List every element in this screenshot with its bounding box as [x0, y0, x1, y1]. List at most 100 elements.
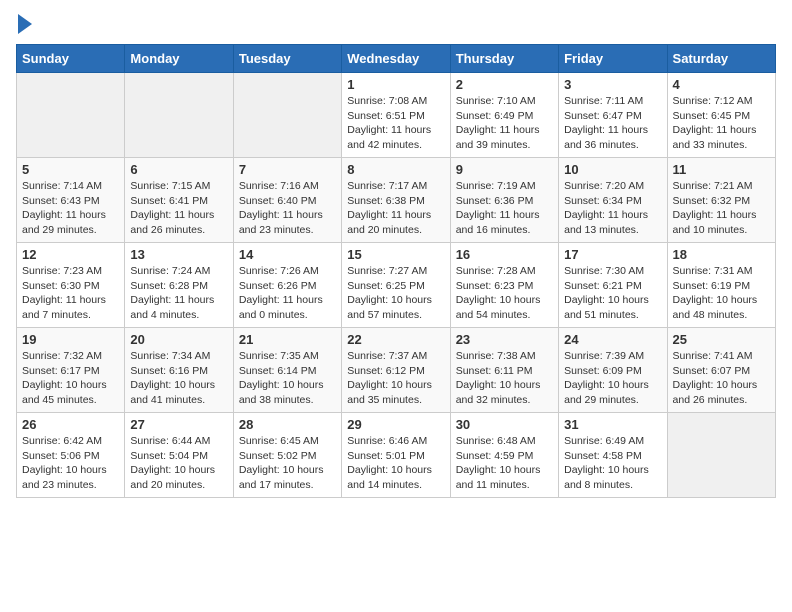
- page-header: [16, 16, 776, 34]
- calendar-cell: 13Sunrise: 7:24 AM Sunset: 6:28 PM Dayli…: [125, 243, 233, 328]
- calendar-cell: [233, 73, 341, 158]
- calendar-cell: 9 Sunrise: 7:19 AM Sunset: 6:36 PM Daylig…: [450, 158, 558, 243]
- day-number: 12: [22, 247, 119, 262]
- calendar-cell: 23 Sunrise: 7:38 AM Sunset: 6:11 PM Dayli…: [450, 328, 558, 413]
- day-number: 19: [22, 332, 119, 347]
- calendar-week-5: 26Sunrise: 6:42 AM Sunset: 5:06 PM Dayli…: [17, 413, 776, 498]
- day-detail: Sunrise: 7:17 AM Sunset: 6:38 PM Dayligh…: [347, 179, 444, 238]
- day-number: 27: [130, 417, 227, 432]
- day-number: 23: [456, 332, 553, 347]
- day-detail: Sunrise: 7:35 AM Sunset: 6:14 PM Dayligh…: [239, 349, 336, 408]
- header-monday: Monday: [125, 45, 233, 73]
- day-number: 7: [239, 162, 336, 177]
- day-detail: Sunrise: 7:31 AM Sunset: 6:19 PM Dayligh…: [673, 264, 770, 323]
- day-detail: Sunrise: 6:48 AM Sunset: 4:59 PM Dayligh…: [456, 434, 553, 493]
- day-detail: Sunrise: 7:27 AM Sunset: 6:25 PM Dayligh…: [347, 264, 444, 323]
- day-number: 31: [564, 417, 661, 432]
- day-number: 4: [673, 77, 770, 92]
- calendar-cell: 6Sunrise: 7:15 AM Sunset: 6:41 PM Daylig…: [125, 158, 233, 243]
- header-sunday: Sunday: [17, 45, 125, 73]
- day-number: 14: [239, 247, 336, 262]
- day-number: 1: [347, 77, 444, 92]
- calendar-cell: 8 Sunrise: 7:17 AM Sunset: 6:38 PM Daylig…: [342, 158, 450, 243]
- day-detail: Sunrise: 6:44 AM Sunset: 5:04 PM Dayligh…: [130, 434, 227, 493]
- calendar-cell: 4Sunrise: 7:12 AM Sunset: 6:45 PM Daylig…: [667, 73, 775, 158]
- day-number: 29: [347, 417, 444, 432]
- day-number: 8: [347, 162, 444, 177]
- calendar-cell: 18 Sunrise: 7:31 AM Sunset: 6:19 PM Dayli…: [667, 243, 775, 328]
- day-number: 15: [347, 247, 444, 262]
- header-tuesday: Tuesday: [233, 45, 341, 73]
- calendar-cell: 5 Sunrise: 7:14 AM Sunset: 6:43 PM Daylig…: [17, 158, 125, 243]
- logo-arrow-icon: [18, 14, 32, 34]
- calendar-cell: 7Sunrise: 7:16 AM Sunset: 6:40 PM Daylig…: [233, 158, 341, 243]
- calendar-cell: 15 Sunrise: 7:27 AM Sunset: 6:25 PM Dayli…: [342, 243, 450, 328]
- calendar-week-3: 12 Sunrise: 7:23 AM Sunset: 6:30 PM Dayli…: [17, 243, 776, 328]
- day-detail: Sunrise: 7:20 AM Sunset: 6:34 PM Dayligh…: [564, 179, 661, 238]
- calendar-cell: 27 Sunrise: 6:44 AM Sunset: 5:04 PM Dayli…: [125, 413, 233, 498]
- header-saturday: Saturday: [667, 45, 775, 73]
- day-detail: Sunrise: 7:39 AM Sunset: 6:09 PM Dayligh…: [564, 349, 661, 408]
- calendar-cell: 16 Sunrise: 7:28 AM Sunset: 6:23 PM Dayli…: [450, 243, 558, 328]
- day-number: 11: [673, 162, 770, 177]
- day-number: 3: [564, 77, 661, 92]
- day-detail: Sunrise: 7:14 AM Sunset: 6:43 PM Dayligh…: [22, 179, 119, 238]
- day-detail: Sunrise: 7:26 AM Sunset: 6:26 PM Dayligh…: [239, 264, 336, 323]
- calendar-week-2: 5 Sunrise: 7:14 AM Sunset: 6:43 PM Daylig…: [17, 158, 776, 243]
- day-number: 18: [673, 247, 770, 262]
- day-number: 30: [456, 417, 553, 432]
- calendar-cell: 21 Sunrise: 7:35 AM Sunset: 6:14 PM Dayli…: [233, 328, 341, 413]
- day-detail: Sunrise: 6:45 AM Sunset: 5:02 PM Dayligh…: [239, 434, 336, 493]
- day-detail: Sunrise: 7:32 AM Sunset: 6:17 PM Dayligh…: [22, 349, 119, 408]
- day-detail: Sunrise: 7:30 AM Sunset: 6:21 PM Dayligh…: [564, 264, 661, 323]
- calendar-cell: 2Sunrise: 7:10 AM Sunset: 6:49 PM Daylig…: [450, 73, 558, 158]
- calendar-cell: 10Sunrise: 7:20 AM Sunset: 6:34 PM Dayli…: [559, 158, 667, 243]
- calendar-cell: [125, 73, 233, 158]
- day-detail: Sunrise: 7:23 AM Sunset: 6:30 PM Dayligh…: [22, 264, 119, 323]
- calendar-header-row: SundayMondayTuesdayWednesdayThursdayFrid…: [17, 45, 776, 73]
- calendar-cell: 31Sunrise: 6:49 AM Sunset: 4:58 PM Dayli…: [559, 413, 667, 498]
- day-number: 17: [564, 247, 661, 262]
- day-detail: Sunrise: 7:37 AM Sunset: 6:12 PM Dayligh…: [347, 349, 444, 408]
- day-number: 25: [673, 332, 770, 347]
- day-number: 9: [456, 162, 553, 177]
- day-detail: Sunrise: 7:34 AM Sunset: 6:16 PM Dayligh…: [130, 349, 227, 408]
- calendar-cell: 11 Sunrise: 7:21 AM Sunset: 6:32 PM Dayli…: [667, 158, 775, 243]
- day-detail: Sunrise: 7:08 AM Sunset: 6:51 PM Dayligh…: [347, 94, 444, 153]
- day-detail: Sunrise: 7:19 AM Sunset: 6:36 PM Dayligh…: [456, 179, 553, 238]
- calendar-cell: 22 Sunrise: 7:37 AM Sunset: 6:12 PM Dayli…: [342, 328, 450, 413]
- calendar-cell: 24 Sunrise: 7:39 AM Sunset: 6:09 PM Dayli…: [559, 328, 667, 413]
- calendar-cell: 19 Sunrise: 7:32 AM Sunset: 6:17 PM Dayli…: [17, 328, 125, 413]
- day-detail: Sunrise: 7:21 AM Sunset: 6:32 PM Dayligh…: [673, 179, 770, 238]
- day-number: 6: [130, 162, 227, 177]
- day-number: 21: [239, 332, 336, 347]
- calendar-week-1: 1 Sunrise: 7:08 AM Sunset: 6:51 PM Daylig…: [17, 73, 776, 158]
- calendar-cell: 17 Sunrise: 7:30 AM Sunset: 6:21 PM Dayli…: [559, 243, 667, 328]
- calendar-cell: [667, 413, 775, 498]
- calendar-cell: 3 Sunrise: 7:11 AM Sunset: 6:47 PM Daylig…: [559, 73, 667, 158]
- day-number: 26: [22, 417, 119, 432]
- day-number: 20: [130, 332, 227, 347]
- header-thursday: Thursday: [450, 45, 558, 73]
- day-detail: Sunrise: 7:28 AM Sunset: 6:23 PM Dayligh…: [456, 264, 553, 323]
- day-number: 22: [347, 332, 444, 347]
- calendar-cell: 12 Sunrise: 7:23 AM Sunset: 6:30 PM Dayli…: [17, 243, 125, 328]
- calendar-cell: 14 Sunrise: 7:26 AM Sunset: 6:26 PM Dayli…: [233, 243, 341, 328]
- day-detail: Sunrise: 7:11 AM Sunset: 6:47 PM Dayligh…: [564, 94, 661, 153]
- calendar-cell: 30 Sunrise: 6:48 AM Sunset: 4:59 PM Dayli…: [450, 413, 558, 498]
- day-detail: Sunrise: 7:10 AM Sunset: 6:49 PM Dayligh…: [456, 94, 553, 153]
- day-detail: Sunrise: 7:41 AM Sunset: 6:07 PM Dayligh…: [673, 349, 770, 408]
- calendar-cell: 26Sunrise: 6:42 AM Sunset: 5:06 PM Dayli…: [17, 413, 125, 498]
- logo: [16, 16, 32, 34]
- day-number: 13: [130, 247, 227, 262]
- day-number: 24: [564, 332, 661, 347]
- calendar-week-4: 19 Sunrise: 7:32 AM Sunset: 6:17 PM Dayli…: [17, 328, 776, 413]
- calendar-cell: 28Sunrise: 6:45 AM Sunset: 5:02 PM Dayli…: [233, 413, 341, 498]
- day-number: 5: [22, 162, 119, 177]
- header-wednesday: Wednesday: [342, 45, 450, 73]
- calendar-cell: 25 Sunrise: 7:41 AM Sunset: 6:07 PM Dayli…: [667, 328, 775, 413]
- day-detail: Sunrise: 7:38 AM Sunset: 6:11 PM Dayligh…: [456, 349, 553, 408]
- calendar-table: SundayMondayTuesdayWednesdayThursdayFrid…: [16, 44, 776, 498]
- day-number: 16: [456, 247, 553, 262]
- calendar-cell: [17, 73, 125, 158]
